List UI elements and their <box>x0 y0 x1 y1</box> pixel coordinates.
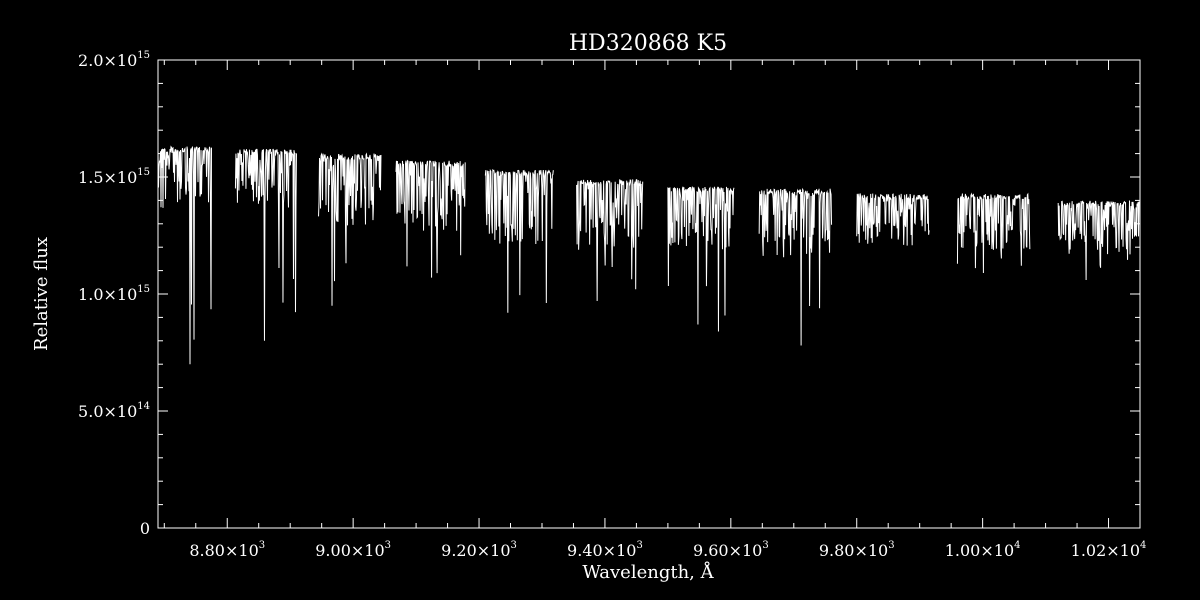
spectrum-segment-2 <box>234 148 297 341</box>
plot-frame <box>157 59 1141 529</box>
x-tick-label: 9.40×103 <box>567 540 643 560</box>
spectrum-segment-6 <box>576 178 644 302</box>
x-tick-label: 1.00×104 <box>945 540 1021 560</box>
spectrum-segment-10 <box>956 192 1031 273</box>
spectrum-segment-4 <box>395 159 466 278</box>
x-tick-label: 9.60×103 <box>693 540 769 560</box>
y-tick-label: 5.0×1014 <box>78 401 150 421</box>
spectrum-segment-8 <box>758 187 833 346</box>
x-tick-label: 9.20×103 <box>441 540 517 560</box>
spectrum-segment-5 <box>484 168 554 313</box>
spectrum-segment-11 <box>1057 200 1140 280</box>
y-axis-label: Relative flux <box>31 237 52 351</box>
y-tick-label: 2.0×1015 <box>78 50 150 70</box>
spectrum-chart: HD320868 K5 8.80×103 9.00×103 9.20×103 9.40… <box>31 31 1147 583</box>
spectrum-segment-7 <box>667 186 735 332</box>
y-tick-label: 1.5×1015 <box>78 167 150 187</box>
chart-title: HD320868 K5 <box>569 31 727 56</box>
x-axis: 8.80×103 9.00×103 9.20×103 9.40×103 9.60×103… <box>163 60 1147 560</box>
x-axis-label: Wavelength, Å <box>582 561 714 583</box>
y-axis: 0 5.0×1014 1.0×1015 1.5×1015 2.0×1015 <box>78 50 1140 538</box>
spectrum-segment-1 <box>157 145 213 365</box>
plot-area <box>157 59 1141 529</box>
y-tick-label: 1.0×1015 <box>78 284 150 304</box>
x-tick-label: 1.02×104 <box>1071 540 1147 560</box>
y-tick-label: 0 <box>140 519 150 538</box>
x-tick-label: 9.80×103 <box>819 540 895 560</box>
x-tick-label: 9.00×103 <box>315 540 391 560</box>
spectrum-segment-9 <box>856 193 930 246</box>
spectrum-segment-3 <box>318 152 382 306</box>
x-tick-label: 8.80×103 <box>189 540 265 560</box>
